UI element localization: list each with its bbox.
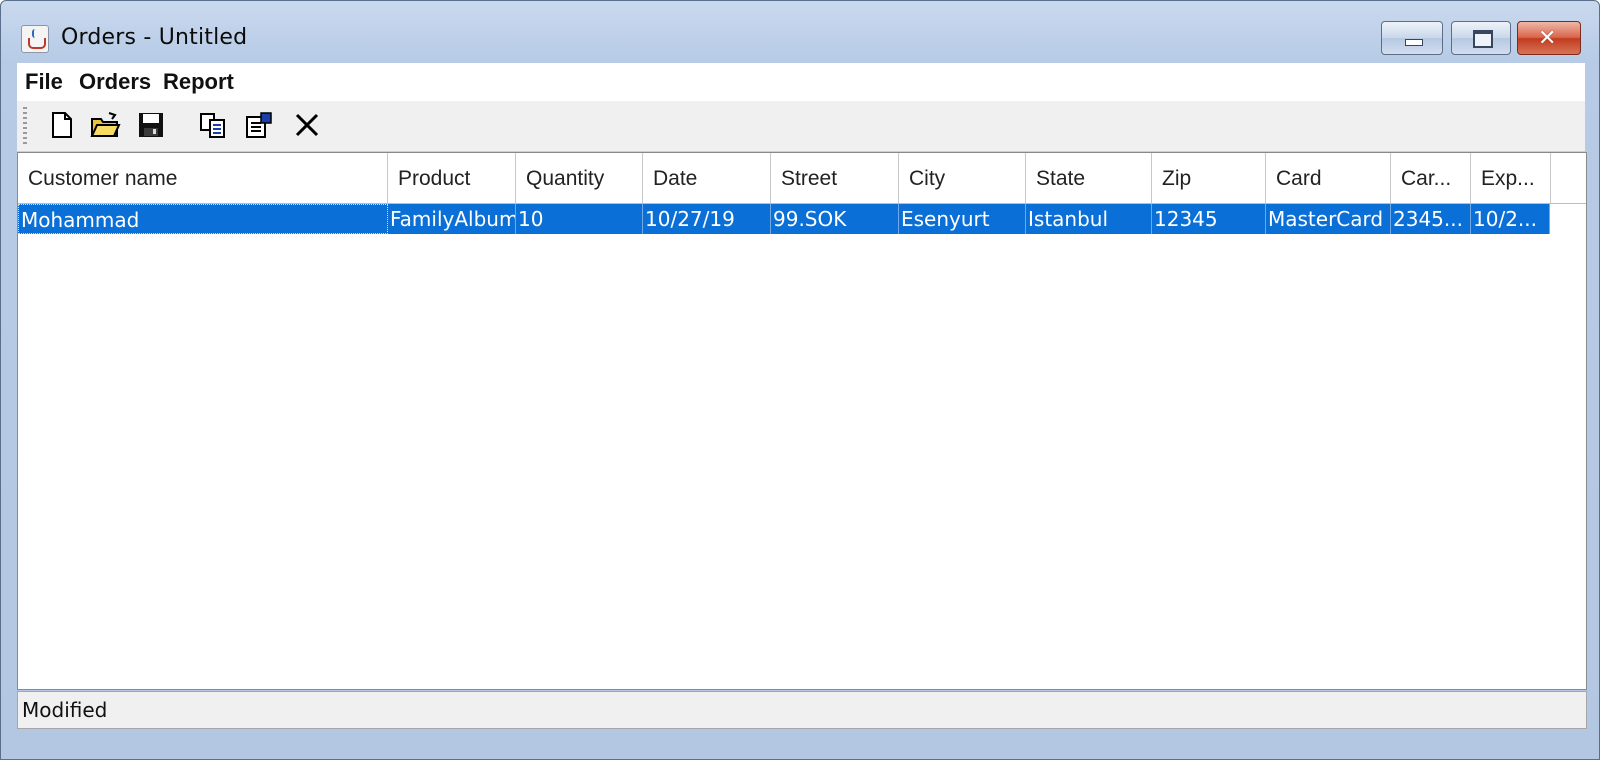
table-row[interactable]: Mohammad FamilyAlbum 10 10/27/19 99.SOK … [18, 204, 1550, 234]
cell-card-number[interactable]: 2345... [1391, 204, 1471, 234]
column-header-expiration[interactable]: Exp... [1471, 153, 1551, 203]
minimize-button[interactable] [1381, 21, 1443, 55]
cell-city[interactable]: Esenyurt [899, 204, 1026, 234]
status-bar: Modified [17, 691, 1587, 729]
cell-zip[interactable]: 12345 [1152, 204, 1266, 234]
cell-card[interactable]: MasterCard [1266, 204, 1391, 234]
cell-expiration[interactable]: 10/2... [1471, 204, 1550, 234]
column-header-customer-name[interactable]: Customer name [18, 153, 388, 203]
column-header-state[interactable]: State [1026, 153, 1152, 203]
copy-icon[interactable] [197, 109, 229, 141]
properties-icon[interactable] [243, 109, 275, 141]
cell-product[interactable]: FamilyAlbum [388, 204, 516, 234]
cell-street[interactable]: 99.SOK [771, 204, 899, 234]
minimize-icon [1405, 39, 1423, 46]
cell-quantity[interactable]: 10 [516, 204, 643, 234]
column-header-product[interactable]: Product [388, 153, 516, 203]
toolbar-grip[interactable] [23, 107, 27, 145]
column-header-street[interactable]: Street [771, 153, 899, 203]
title-bar[interactable]: Orders - Untitled ✕ [1, 1, 1599, 63]
menu-orders[interactable]: Orders [79, 69, 151, 95]
maximize-icon [1473, 30, 1493, 48]
maximize-button[interactable] [1451, 21, 1511, 55]
column-header-city[interactable]: City [899, 153, 1026, 203]
save-disk-icon[interactable] [135, 109, 167, 141]
delete-x-icon[interactable] [291, 109, 323, 141]
orders-window: Orders - Untitled ✕ File Orders Report C… [0, 0, 1600, 760]
cell-customer-name[interactable]: Mohammad [18, 204, 388, 234]
cell-state[interactable]: Istanbul [1026, 204, 1152, 234]
column-header-card[interactable]: Card [1266, 153, 1391, 203]
close-icon: ✕ [1538, 26, 1557, 51]
column-header-card-number[interactable]: Car... [1391, 153, 1471, 203]
toolbar [17, 101, 1585, 152]
cell-date[interactable]: 10/27/19 [643, 204, 771, 234]
close-button[interactable]: ✕ [1517, 21, 1581, 55]
java-app-icon [21, 25, 49, 53]
new-document-icon[interactable] [45, 109, 77, 141]
menu-file[interactable]: File [25, 69, 63, 95]
open-folder-icon[interactable] [89, 109, 121, 141]
column-header-date[interactable]: Date [643, 153, 771, 203]
window-title: Orders - Untitled [61, 25, 248, 50]
column-header-quantity[interactable]: Quantity [516, 153, 643, 203]
menu-bar: File Orders Report [17, 63, 1585, 102]
orders-table[interactable]: Customer name Product Quantity Date Stre… [17, 152, 1587, 690]
menu-report[interactable]: Report [163, 69, 234, 95]
status-text: Modified [22, 698, 108, 722]
table-header: Customer name Product Quantity Date Stre… [18, 153, 1586, 204]
column-header-zip[interactable]: Zip [1152, 153, 1266, 203]
